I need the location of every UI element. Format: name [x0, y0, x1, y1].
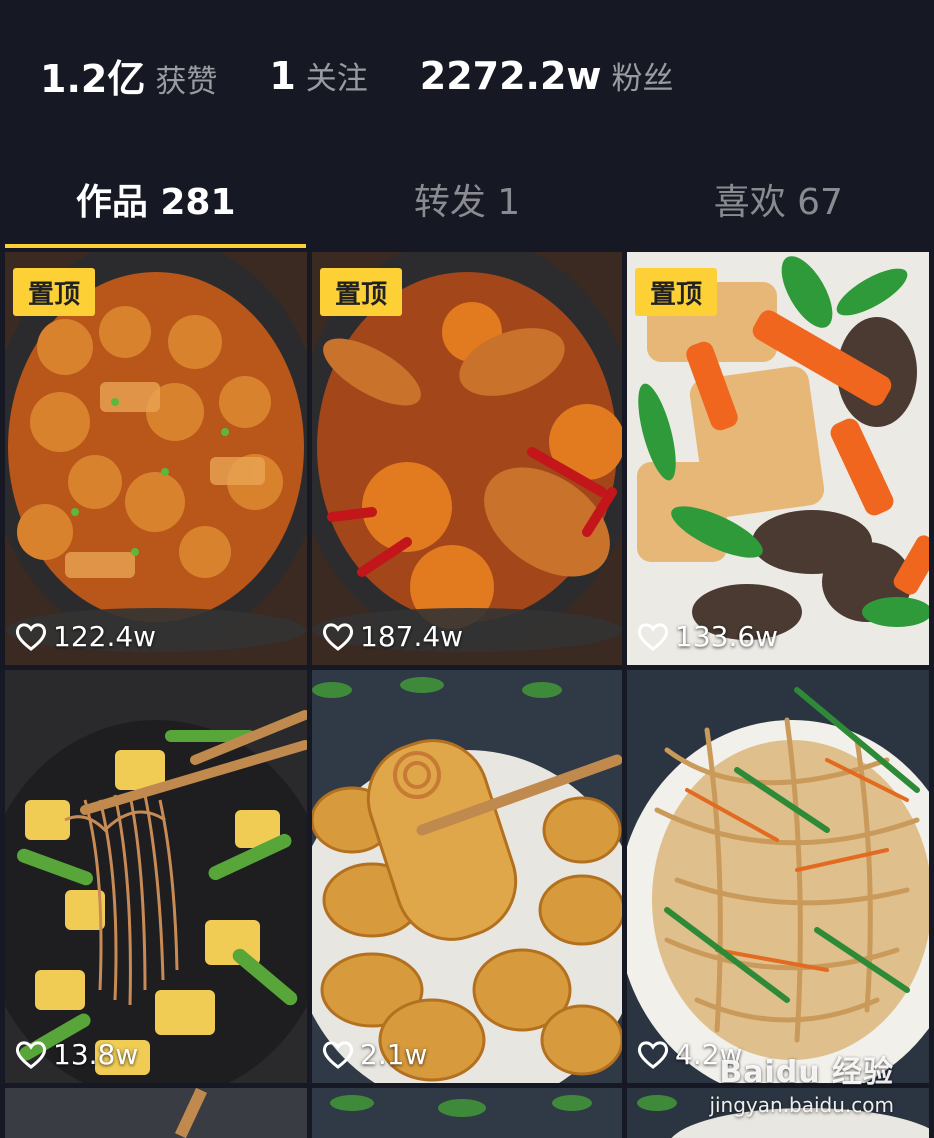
pinned-badge: 置顶 — [320, 268, 402, 316]
pinned-badge: 置顶 — [635, 268, 717, 316]
like-count-text: 2.1w — [360, 1038, 428, 1071]
heart-icon — [637, 622, 669, 651]
like-count: 187.4w — [322, 620, 463, 653]
video-tile[interactable]: 2.1w — [312, 670, 622, 1083]
baidu-jingyan-watermark: Baidu 经验 jingyan.baidu.com — [709, 1047, 894, 1117]
like-count: 133.6w — [637, 620, 778, 653]
following-label: 关注 — [305, 60, 368, 97]
video-tile[interactable]: 置顶 133.6w — [627, 252, 929, 665]
like-count: 2.1w — [322, 1038, 427, 1071]
heart-icon — [322, 622, 354, 651]
like-count-text: 133.6w — [675, 620, 779, 653]
followers-label: 粉丝 — [611, 60, 674, 97]
video-thumbnail — [5, 1088, 307, 1138]
tab-works[interactable]: 作品 281 — [0, 150, 311, 248]
heart-icon — [637, 1040, 669, 1069]
pinned-badge: 置顶 — [13, 268, 95, 316]
profile-tabs: 作品 281 转发 1 喜欢 67 — [0, 150, 934, 248]
video-tile[interactable]: 置顶 187.4w — [312, 252, 622, 665]
video-grid: 置顶 122.4w 置顶 187.4w 置顶 133.6w 13.8w 2.1w… — [5, 252, 929, 1138]
likes-label: 获赞 — [155, 63, 218, 100]
tab-reposts[interactable]: 转发 1 — [311, 150, 622, 248]
watermark-brand: Baidu 经验 — [719, 1055, 894, 1090]
watermark-url: jingyan.baidu.com — [709, 1093, 894, 1117]
followers-stat[interactable]: 2272.2w 粉丝 — [420, 53, 674, 98]
like-count: 13.8w — [15, 1038, 138, 1071]
likes-stat[interactable]: 1.2亿 获赞 — [40, 48, 217, 103]
heart-icon — [15, 622, 47, 651]
video-thumbnail — [312, 1088, 622, 1138]
video-thumbnail — [627, 670, 929, 1083]
profile-stats: 1.2亿 获赞 1 关注 2272.2w 粉丝 — [0, 0, 934, 150]
heart-icon — [322, 1040, 354, 1069]
video-thumbnail — [312, 670, 622, 1083]
like-count-text: 187.4w — [360, 620, 464, 653]
video-tile[interactable]: 置顶 122.4w — [5, 252, 307, 665]
following-stat[interactable]: 1 关注 — [269, 53, 367, 98]
video-thumbnail — [5, 670, 307, 1083]
video-tile[interactable]: 4.2w — [627, 670, 929, 1083]
following-count: 1 — [269, 53, 296, 98]
tab-likes[interactable]: 喜欢 67 — [623, 150, 934, 248]
heart-icon — [15, 1040, 47, 1069]
like-count-text: 122.4w — [53, 620, 157, 653]
video-tile-partial[interactable] — [312, 1088, 622, 1138]
like-count: 122.4w — [15, 620, 156, 653]
followers-count: 2272.2w — [419, 53, 602, 98]
video-tile[interactable]: 13.8w — [5, 670, 307, 1083]
like-count-text: 13.8w — [53, 1038, 139, 1071]
likes-count: 1.2亿 — [40, 56, 146, 101]
video-tile-partial[interactable] — [5, 1088, 307, 1138]
